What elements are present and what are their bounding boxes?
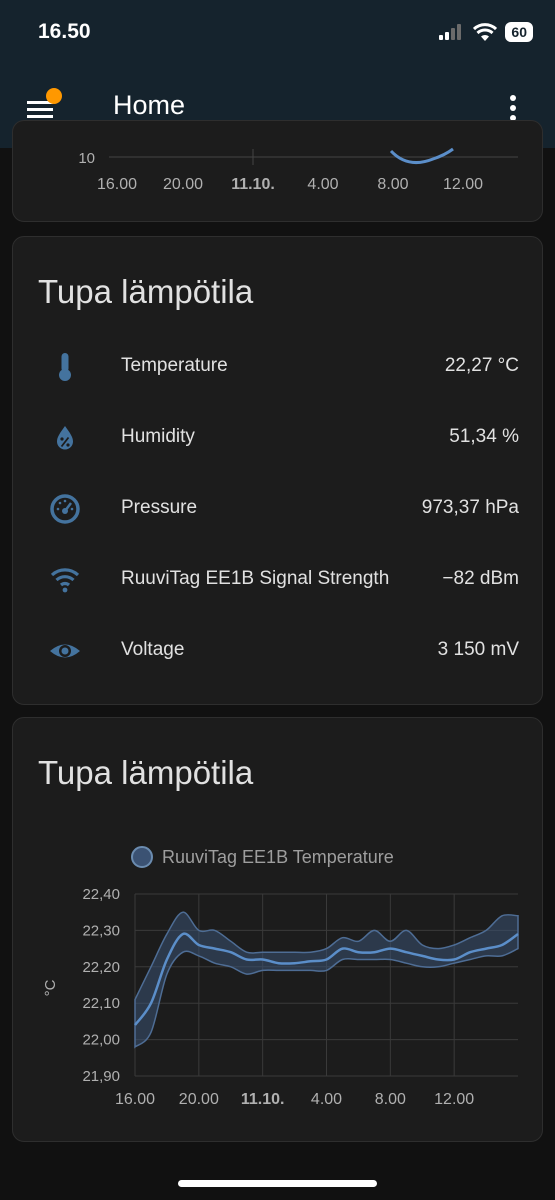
partial-series-line xyxy=(389,147,454,165)
more-options-button[interactable] xyxy=(501,94,525,122)
home-indicator xyxy=(178,1180,377,1187)
x-tick-label: 8.00 xyxy=(375,1091,406,1108)
partial-chart: 10 16.00 20.00 11.10. 4.00 8.00 12.00 xyxy=(78,147,518,193)
entity-row-signal-strength[interactable]: RuuviTag EE1B Signal Strength −82 dBm xyxy=(13,550,544,610)
status-time: 16.50 xyxy=(38,20,91,43)
history-graph-card-partial[interactable]: 10 16.00 20.00 11.10. 4.00 8.00 12.00 xyxy=(12,120,543,222)
top-x-tick-label: 20.00 xyxy=(163,176,203,193)
entity-row-voltage[interactable]: Voltage 3 150 mV xyxy=(13,621,544,681)
notification-badge xyxy=(46,88,62,104)
entity-value: 3 150 mV xyxy=(437,639,519,660)
y-tick-label: 21,90 xyxy=(82,1068,120,1085)
y-tick-label: 22,30 xyxy=(82,922,120,939)
dots-vertical-icon xyxy=(510,95,516,121)
entity-value: 973,37 hPa xyxy=(421,497,519,518)
entity-name: Temperature xyxy=(121,355,228,376)
gauge-icon xyxy=(50,494,80,524)
cellular-signal-icon xyxy=(439,24,462,40)
status-icons: 60 xyxy=(439,22,533,42)
water-percent-icon xyxy=(57,426,73,450)
x-tick-label: 4.00 xyxy=(311,1091,342,1108)
y-tick-label: 22,10 xyxy=(82,995,120,1012)
entity-value: 51,34 % xyxy=(449,426,519,447)
entities-card-title: Tupa lämpötila xyxy=(38,273,254,310)
status-bar: 16.50 60 xyxy=(0,0,555,66)
y-axis-label: °C xyxy=(42,979,59,996)
entity-name: RuuviTag EE1B Signal Strength xyxy=(121,568,390,589)
entities-card: Tupa lämpötila Temperature 22,27 °C Humi… xyxy=(12,236,543,705)
y-tick-label: 22,00 xyxy=(82,1032,120,1049)
x-tick-label: 16.00 xyxy=(115,1091,155,1108)
partial-y-tick: 10 xyxy=(78,150,95,167)
page-title: Home xyxy=(113,90,186,120)
wifi-icon xyxy=(50,568,80,593)
entity-value: 22,27 °C xyxy=(444,355,519,376)
top-x-tick-label: 4.00 xyxy=(307,176,338,193)
top-x-tick-label: 8.00 xyxy=(377,176,408,193)
entity-name: Voltage xyxy=(121,639,185,660)
history-graph-card[interactable]: Tupa lämpötila RuuviTag EE1B Temperature… xyxy=(12,717,543,1142)
x-tick-label: 12.00 xyxy=(434,1091,474,1108)
wifi-status-icon xyxy=(473,23,498,41)
top-x-tick-label: 16.00 xyxy=(97,176,137,193)
entity-row-pressure[interactable]: Pressure 973,37 hPa xyxy=(13,479,544,539)
entity-name: Humidity xyxy=(121,426,195,447)
entity-name: Pressure xyxy=(121,497,198,518)
y-tick-label: 22,40 xyxy=(82,886,120,903)
temperature-chart[interactable]: 22,40 22,30 22,20 22,10 22,00 21,90 16.00 20.00… xyxy=(13,718,544,1143)
eye-icon xyxy=(50,644,80,658)
battery-indicator: 60 xyxy=(505,22,533,42)
x-tick-label: 11.10. xyxy=(241,1091,285,1108)
entity-value: −82 dBm xyxy=(442,568,519,589)
x-tick-label: 20.00 xyxy=(179,1091,219,1108)
entity-row-temperature[interactable]: Temperature 22,27 °C xyxy=(13,337,544,397)
top-x-tick-label: 11.10. xyxy=(231,176,275,193)
entity-row-humidity[interactable]: Humidity 51,34 % xyxy=(13,408,544,468)
thermometer-icon xyxy=(59,353,71,381)
y-tick-label: 22,20 xyxy=(82,959,120,976)
top-x-tick-label: 12.00 xyxy=(443,176,483,193)
